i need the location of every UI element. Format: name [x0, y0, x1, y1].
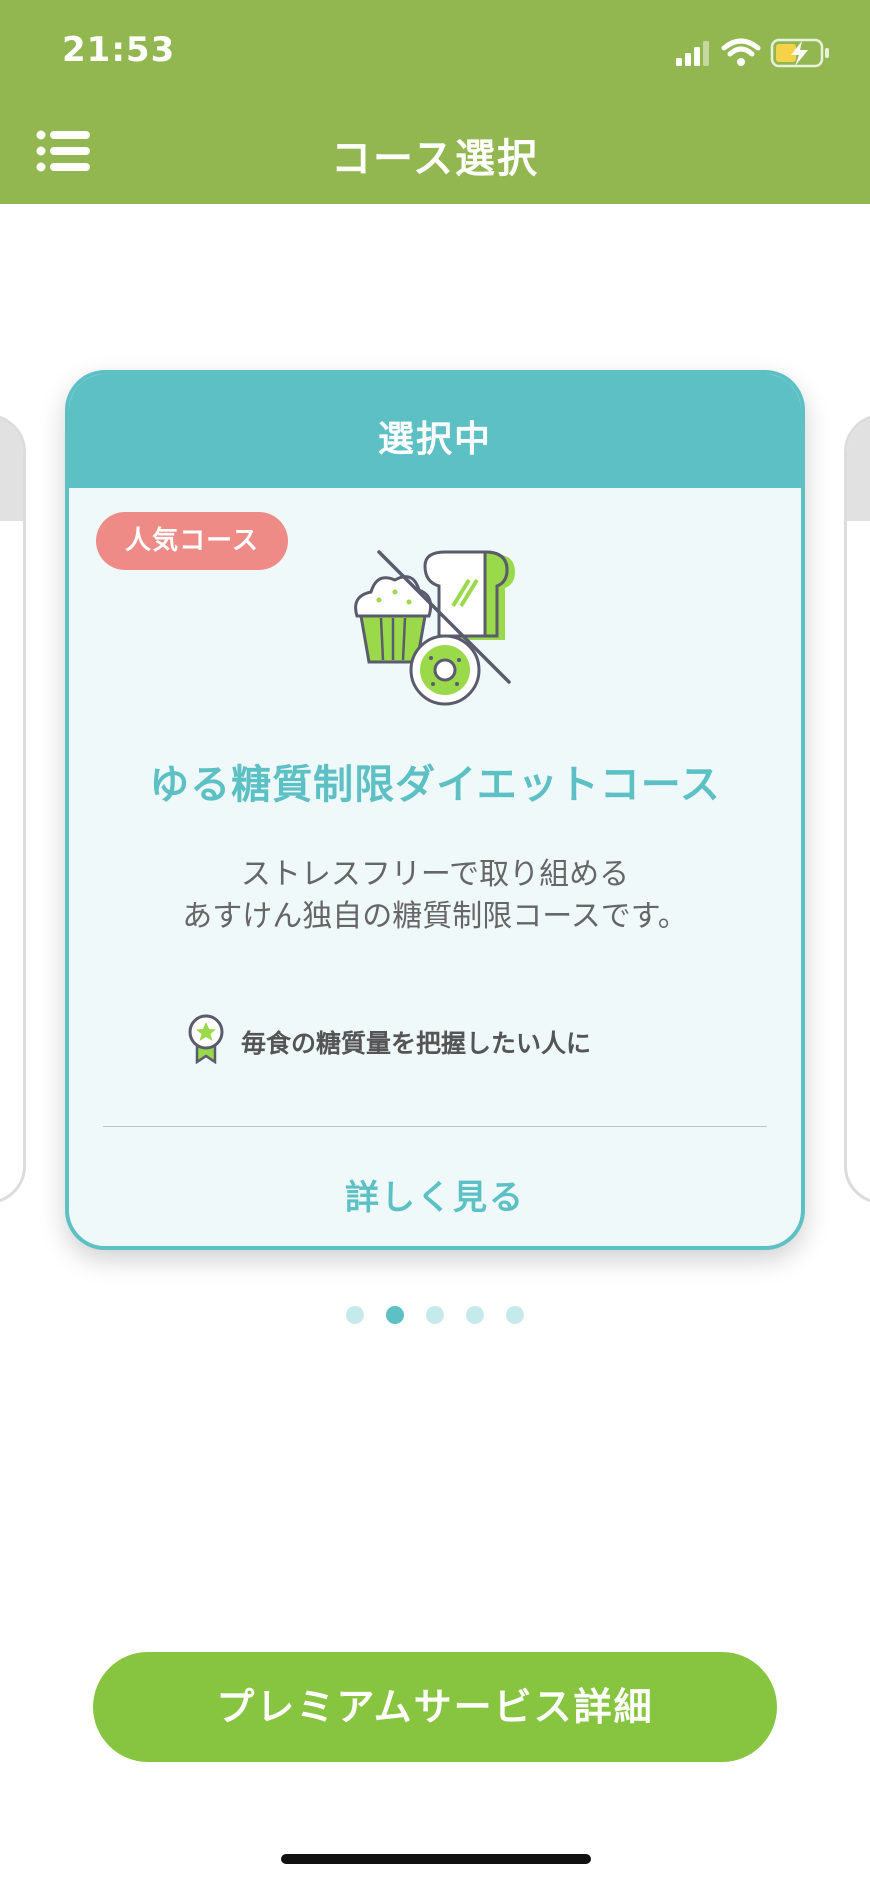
popular-badge: 人気コース [96, 512, 288, 570]
next-course-card[interactable] [844, 414, 870, 1204]
award-ribbon-icon [188, 1014, 224, 1064]
page-dot-4[interactable] [466, 1306, 484, 1324]
course-title: ゆる糖質制限ダイエットコース [149, 762, 721, 808]
card-divider [103, 1126, 767, 1127]
next-card-header [847, 417, 870, 521]
previous-course-card[interactable] [0, 414, 26, 1204]
premium-service-button[interactable]: プレミアムサービス詳細 [93, 1652, 777, 1762]
app-header: 21:53 コース選択 [0, 0, 870, 204]
status-time: 21:53 [62, 30, 176, 70]
details-link[interactable]: 詳しく見る [69, 1170, 801, 1219]
battery-charging-icon [770, 38, 829, 68]
donut-icon [409, 634, 481, 706]
recommend-text: 毎食の糖質量を把握したい人に [241, 1029, 592, 1058]
wifi-icon [721, 38, 761, 66]
status-icons [676, 38, 829, 68]
home-indicator[interactable] [281, 1854, 591, 1864]
course-description: ストレスフリーで取り組める あすけん独自の糖質制限コースです。 [69, 854, 801, 938]
page-dot-3[interactable] [426, 1306, 444, 1324]
description-line-2: あすけん独自の糖質制限コースです。 [182, 899, 688, 934]
carousel-page-indicator [0, 1306, 870, 1326]
card-header: 選択中 [69, 374, 801, 488]
selected-status-label: 選択中 [377, 419, 492, 460]
page-dot-2-active[interactable] [386, 1306, 404, 1324]
description-line-1: ストレスフリーで取り組める [240, 857, 630, 892]
no-carbs-food-icon [354, 550, 515, 706]
bread-icon [423, 550, 515, 640]
page-dot-1[interactable] [346, 1306, 364, 1324]
page-title: コース選択 [331, 136, 539, 182]
recommend-row: 毎食の糖質量を把握したい人に [187, 1014, 707, 1064]
course-card[interactable]: 選択中 人気コース ゆる糖質制限ダイエットコース ストレスフリーで取り組める あ… [65, 370, 805, 1250]
cellular-signal-icon [676, 41, 709, 66]
page-dot-5[interactable] [506, 1306, 524, 1324]
previous-card-header [0, 417, 23, 521]
